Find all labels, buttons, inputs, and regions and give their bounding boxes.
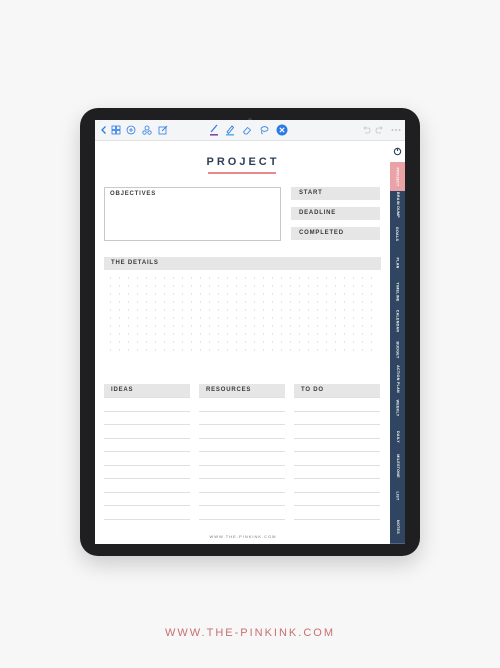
- website-caption: WWW.THE-PINKINK.COM: [165, 627, 335, 639]
- redo-icon[interactable]: [373, 123, 387, 137]
- page-footer: WWW.THE-PINKINK.COM: [209, 534, 277, 539]
- tab-label: TIMELINE: [395, 281, 400, 302]
- deadline-field[interactable]: DEADLINE: [291, 207, 380, 220]
- start-field[interactable]: START: [291, 187, 380, 200]
- tab-milestone[interactable]: MILESTONE: [390, 451, 405, 482]
- writing-line: [294, 518, 380, 520]
- completed-field[interactable]: COMPLETED: [291, 227, 380, 240]
- writing-line: [294, 410, 380, 412]
- writing-line: [199, 505, 285, 506]
- shapes-icon[interactable]: [140, 123, 154, 137]
- writing-line: [104, 410, 190, 412]
- app-toolbar: [95, 120, 405, 141]
- writing-line: [294, 478, 380, 479]
- tab-list[interactable]: LIST: [390, 481, 405, 512]
- tab-project[interactable]: PROJECT: [390, 162, 405, 192]
- tab-budget[interactable]: BUDGET: [390, 335, 405, 365]
- grid-icon[interactable]: [109, 123, 123, 137]
- tab-brain-dump[interactable]: BRAIN DUMP: [390, 191, 405, 220]
- writing-line: [199, 397, 285, 398]
- side-tabs: PROJECT BRAIN DUMP GOALS PLAN TIMELINE C…: [390, 141, 405, 544]
- writing-line: [104, 505, 190, 506]
- writing-line: [104, 491, 190, 493]
- ideas-header: IDEAS: [104, 384, 190, 397]
- writing-line: [104, 478, 190, 479]
- completed-label: COMPLETED: [299, 230, 344, 236]
- tab-weekly[interactable]: WEEKLY: [390, 393, 405, 423]
- tab-goals[interactable]: GOALS: [390, 219, 405, 249]
- writing-line: [199, 410, 285, 412]
- tab-label: WEEKLY: [395, 399, 400, 416]
- writing-line: [294, 491, 380, 493]
- resources-header: RESOURCES: [199, 384, 285, 397]
- more-icon[interactable]: [389, 123, 403, 137]
- details-header: THE DETAILS: [104, 257, 381, 270]
- tab-home[interactable]: [390, 141, 405, 163]
- writing-line: [199, 491, 285, 493]
- writing-line: [104, 518, 190, 520]
- undo-icon[interactable]: [359, 123, 373, 137]
- planner-page: PROJECT OBJECTIVES START DEADLINE COMPLE…: [96, 141, 390, 543]
- lasso-icon[interactable]: [257, 123, 271, 137]
- tab-label: PROJECT: [395, 166, 400, 187]
- writing-line: [294, 464, 380, 466]
- tab-label: ACTION PLAN: [395, 364, 400, 393]
- home-icon: [393, 147, 402, 156]
- ideas-label: IDEAS: [111, 387, 134, 393]
- writing-line: [199, 464, 285, 466]
- tab-label: LIST: [395, 491, 400, 501]
- details-dot-grid[interactable]: [106, 274, 378, 354]
- tab-label: PLAN: [395, 257, 400, 268]
- highlighter-icon[interactable]: [223, 123, 237, 137]
- writing-line: [104, 424, 190, 425]
- objectives-label: OBJECTIVES: [110, 191, 157, 197]
- add-icon[interactable]: [124, 123, 138, 137]
- writing-line: [104, 437, 190, 439]
- writing-line: [104, 397, 190, 398]
- tab-label: CALENDAR: [395, 309, 400, 332]
- start-label: START: [299, 190, 323, 196]
- tab-calendar[interactable]: CALENDAR: [390, 306, 405, 336]
- writing-line: [104, 464, 190, 466]
- eraser-icon[interactable]: [240, 123, 254, 137]
- writing-line: [199, 437, 285, 439]
- writing-line: [294, 505, 380, 506]
- objectives-box[interactable]: OBJECTIVES: [104, 187, 281, 241]
- tab-label: BUDGET: [395, 341, 400, 358]
- writing-line: [294, 451, 380, 452]
- resources-label: RESOURCES: [206, 387, 252, 393]
- title-underline: [208, 172, 276, 174]
- writing-line: [199, 424, 285, 425]
- pen-icon[interactable]: [207, 123, 221, 137]
- page-title: PROJECT: [206, 156, 280, 168]
- tab-label: DAILY: [395, 430, 400, 443]
- writing-line: [199, 451, 285, 452]
- writing-line: [294, 424, 380, 425]
- tab-action-plan[interactable]: ACTION PLAN: [390, 364, 405, 394]
- tab-timeline[interactable]: TIMELINE: [390, 277, 405, 307]
- writing-line: [199, 478, 285, 479]
- details-label: THE DETAILS: [111, 260, 159, 266]
- writing-line: [199, 518, 285, 520]
- tab-notes[interactable]: NOTES: [390, 511, 405, 544]
- todo-label: TO DO: [301, 387, 324, 393]
- writing-line: [104, 451, 190, 452]
- todo-header: TO DO: [294, 384, 380, 397]
- close-icon[interactable]: [275, 123, 289, 137]
- tab-label: GOALS: [395, 226, 400, 241]
- tab-plan[interactable]: PLAN: [390, 248, 405, 278]
- edit-icon[interactable]: [156, 123, 170, 137]
- deadline-label: DEADLINE: [299, 210, 337, 216]
- writing-line: [294, 437, 380, 439]
- tab-label: MILESTONE: [395, 454, 400, 478]
- tab-label: NOTES: [395, 520, 400, 534]
- writing-line: [294, 397, 380, 398]
- tab-daily[interactable]: DAILY: [390, 422, 405, 452]
- tab-label: BRAIN DUMP: [395, 192, 400, 218]
